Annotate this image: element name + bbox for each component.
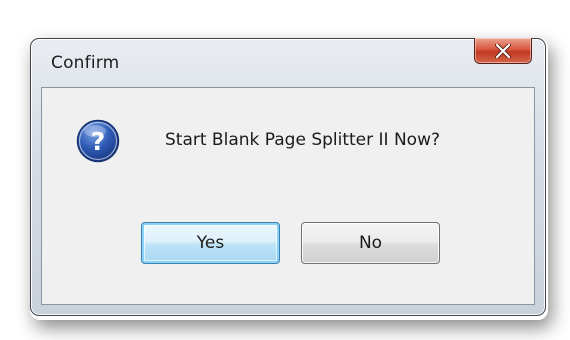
question-icon: ? [76,119,120,163]
title-bar[interactable]: Confirm [31,38,545,87]
confirm-dialog-window: Confirm ? Start Blank Page Splitter II N… [30,38,546,316]
no-button[interactable]: No [301,222,440,264]
close-button[interactable] [474,38,532,64]
svg-text:?: ? [91,127,106,156]
dialog-message: Start Blank Page Splitter II Now? [165,130,441,150]
close-x-icon [495,43,511,58]
yes-button[interactable]: Yes [141,222,280,264]
dialog-content: ? Start Blank Page Splitter II Now? Yes … [41,87,535,305]
window-title: Confirm [51,53,120,73]
